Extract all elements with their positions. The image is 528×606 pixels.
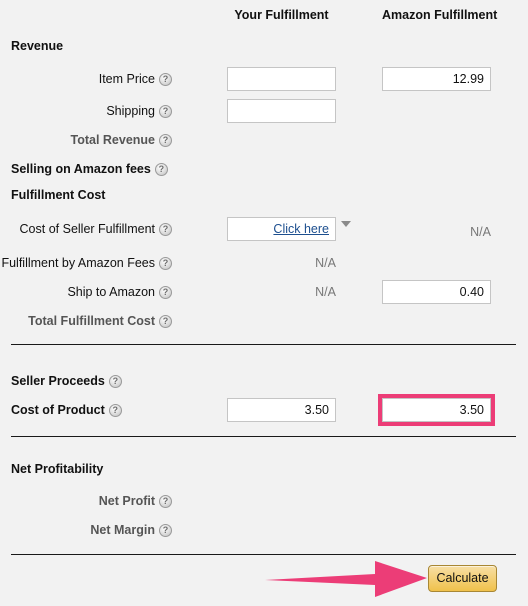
- calculate-button[interactable]: Calculate: [428, 565, 497, 592]
- section-header-fulfillment-cost: Fulfillment Cost: [0, 180, 528, 210]
- row-cost-of-seller-fulfillment: Cost of Seller Fulfillment Click here N/…: [0, 214, 528, 244]
- label-item-price: Item Price: [0, 64, 172, 94]
- section-title-seller-proceeds: Seller Proceeds: [11, 366, 311, 396]
- section-title-seller-proceeds-text: Seller Proceeds: [11, 374, 105, 388]
- divider-above-net-profitability: [11, 436, 516, 437]
- label-net-profit-text: Net Profit: [98, 494, 155, 508]
- help-icon[interactable]: [159, 256, 172, 270]
- input-item-price-your[interactable]: [227, 67, 336, 91]
- row-cost-of-product: Cost of Product: [0, 395, 528, 425]
- label-net-margin-text: Net Margin: [90, 523, 155, 537]
- input-shipping-your[interactable]: [227, 99, 336, 123]
- help-icon[interactable]: [159, 72, 172, 86]
- help-icon[interactable]: [159, 494, 172, 508]
- help-icon[interactable]: [159, 104, 172, 118]
- section-header-revenue: Revenue: [0, 31, 528, 61]
- input-cost-of-product-your[interactable]: [227, 398, 336, 422]
- label-total-revenue: Total Revenue: [0, 125, 172, 155]
- divider-above-calculate: [11, 554, 516, 555]
- column-header-your-fulfillment: Your Fulfillment: [234, 8, 329, 22]
- label-net-margin: Net Margin: [0, 515, 172, 545]
- label-fulfillment-by-amazon-fees-text: Fulfillment by Amazon Fees: [1, 256, 155, 270]
- section-header-net-profitability: Net Profitability: [0, 454, 528, 484]
- row-item-price: Item Price: [0, 64, 528, 94]
- label-cost-of-seller-fulfillment-text: Cost of Seller Fulfillment: [19, 222, 155, 236]
- section-title-selling-fees-text: Selling on Amazon fees: [11, 162, 151, 176]
- help-icon[interactable]: [154, 162, 168, 176]
- row-total-fulfillment-cost: Total Fulfillment Cost: [0, 306, 528, 336]
- help-icon[interactable]: [159, 222, 172, 236]
- value-fulfillment-by-amazon-fees-your: N/A: [315, 256, 336, 270]
- help-icon[interactable]: [159, 523, 172, 537]
- column-header-amazon-fulfillment: Amazon Fulfillment: [382, 8, 498, 22]
- value-ship-to-amazon-your: N/A: [315, 285, 336, 299]
- row-fulfillment-by-amazon-fees: Fulfillment by Amazon Fees N/A: [0, 248, 528, 278]
- label-cost-of-seller-fulfillment: Cost of Seller Fulfillment: [0, 214, 172, 244]
- label-cost-of-product-text: Cost of Product: [11, 403, 105, 417]
- section-title-fulfillment-cost: Fulfillment Cost: [11, 188, 106, 202]
- help-icon[interactable]: [159, 285, 172, 299]
- dropdown-cost-of-seller-fulfillment[interactable]: Click here: [227, 217, 336, 241]
- value-cost-of-seller-fulfillment-amazon: N/A: [470, 225, 491, 239]
- help-icon[interactable]: [159, 133, 172, 147]
- section-title-revenue: Revenue: [11, 39, 64, 53]
- arrow-right-annotation: [265, 561, 427, 597]
- label-shipping: Shipping: [0, 96, 172, 126]
- row-shipping: Shipping: [0, 96, 528, 126]
- section-title-net-profitability: Net Profitability: [11, 462, 104, 476]
- fba-revenue-calculator: Your Fulfillment Amazon Fulfillment Reve…: [0, 0, 528, 606]
- label-shipping-text: Shipping: [106, 104, 155, 118]
- input-item-price-amazon[interactable]: [382, 67, 491, 91]
- input-cost-of-product-amazon[interactable]: [382, 398, 491, 422]
- label-fulfillment-by-amazon-fees: Fulfillment by Amazon Fees: [0, 248, 172, 278]
- help-icon[interactable]: [159, 314, 172, 328]
- label-net-profit: Net Profit: [0, 486, 172, 516]
- row-net-profit: Net Profit: [0, 486, 528, 516]
- section-header-seller-proceeds: Seller Proceeds: [0, 366, 528, 396]
- row-net-margin: Net Margin: [0, 515, 528, 545]
- label-ship-to-amazon: Ship to Amazon: [0, 277, 172, 307]
- label-total-fulfillment-cost: Total Fulfillment Cost: [0, 306, 172, 336]
- label-ship-to-amazon-text: Ship to Amazon: [67, 285, 155, 299]
- label-total-revenue-text: Total Revenue: [70, 133, 155, 147]
- row-ship-to-amazon: Ship to Amazon N/A: [0, 277, 528, 307]
- link-click-here[interactable]: Click here: [273, 222, 329, 236]
- help-icon[interactable]: [108, 374, 122, 388]
- label-total-fulfillment-cost-text: Total Fulfillment Cost: [28, 314, 155, 328]
- input-ship-to-amazon-amazon[interactable]: [382, 280, 491, 304]
- chevron-down-icon[interactable]: [341, 221, 351, 227]
- divider-above-seller-proceeds: [11, 344, 516, 345]
- help-icon[interactable]: [108, 403, 122, 417]
- label-item-price-text: Item Price: [98, 72, 155, 86]
- row-total-revenue: Total Revenue: [0, 125, 528, 155]
